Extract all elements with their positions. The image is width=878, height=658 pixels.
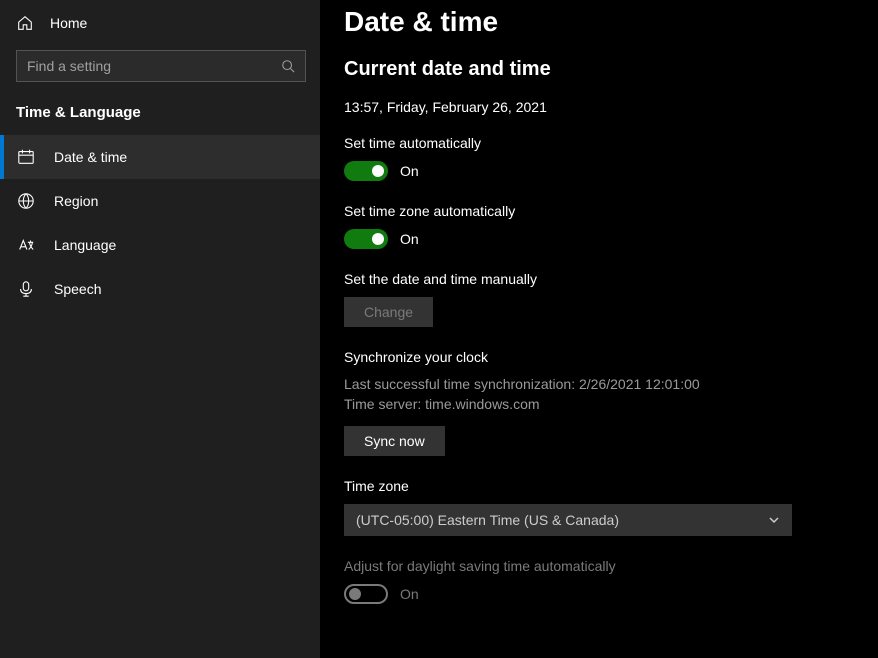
sidebar-item-label: Date & time — [54, 149, 127, 165]
search-container — [0, 42, 320, 94]
dst-toggle — [344, 584, 388, 604]
sidebar-item-region[interactable]: Region — [0, 179, 320, 223]
auto-tz-group: Set time zone automatically On — [344, 203, 878, 249]
home-icon — [16, 14, 34, 32]
sync-last: Last successful time synchronization: 2/… — [344, 375, 878, 395]
sidebar-item-datetime[interactable]: Date & time — [0, 135, 320, 179]
datetime-icon — [16, 148, 36, 166]
manual-label: Set the date and time manually — [344, 271, 878, 287]
sync-info: Last successful time synchronization: 2/… — [344, 375, 878, 414]
chevron-down-icon — [768, 514, 780, 526]
sync-title: Synchronize your clock — [344, 349, 878, 365]
tz-dropdown[interactable]: (UTC-05:00) Eastern Time (US & Canada) — [344, 504, 792, 536]
sync-server: Time server: time.windows.com — [344, 395, 878, 415]
section-title: Time & Language — [0, 94, 320, 135]
search-icon — [281, 59, 295, 73]
current-datetime: 13:57, Friday, February 26, 2021 — [344, 99, 878, 115]
dst-group: Adjust for daylight saving time automati… — [344, 558, 878, 604]
manual-group: Set the date and time manually Change — [344, 271, 878, 327]
microphone-icon — [16, 280, 36, 298]
change-button[interactable]: Change — [344, 297, 433, 327]
main-content: Date & time Current date and time 13:57,… — [320, 0, 878, 658]
auto-time-state: On — [400, 163, 419, 179]
tz-group: Time zone (UTC-05:00) Eastern Time (US &… — [344, 478, 878, 536]
tz-value: (UTC-05:00) Eastern Time (US & Canada) — [356, 512, 619, 528]
auto-time-group: Set time automatically On — [344, 135, 878, 181]
sync-group: Synchronize your clock Last successful t… — [344, 349, 878, 456]
sidebar-item-label: Region — [54, 193, 98, 209]
sidebar: Home Time & Language Date & time R — [0, 0, 320, 658]
sidebar-item-label: Language — [54, 237, 116, 253]
page-title: Date & time — [344, 6, 878, 38]
sidebar-item-speech[interactable]: Speech — [0, 267, 320, 311]
sidebar-item-label: Speech — [54, 281, 101, 297]
search-input[interactable] — [27, 58, 281, 74]
subtitle: Current date and time — [344, 58, 878, 81]
auto-tz-toggle[interactable] — [344, 229, 388, 249]
globe-icon — [16, 192, 36, 210]
sync-now-button[interactable]: Sync now — [344, 426, 445, 456]
language-icon — [16, 236, 36, 254]
sidebar-item-language[interactable]: Language — [0, 223, 320, 267]
home-label: Home — [50, 15, 87, 31]
auto-time-label: Set time automatically — [344, 135, 878, 151]
search-box[interactable] — [16, 50, 306, 82]
home-button[interactable]: Home — [0, 4, 320, 42]
auto-tz-label: Set time zone automatically — [344, 203, 878, 219]
dst-state: On — [400, 586, 419, 602]
auto-time-toggle[interactable] — [344, 161, 388, 181]
dst-label: Adjust for daylight saving time automati… — [344, 558, 878, 574]
auto-tz-state: On — [400, 231, 419, 247]
tz-label: Time zone — [344, 478, 878, 494]
